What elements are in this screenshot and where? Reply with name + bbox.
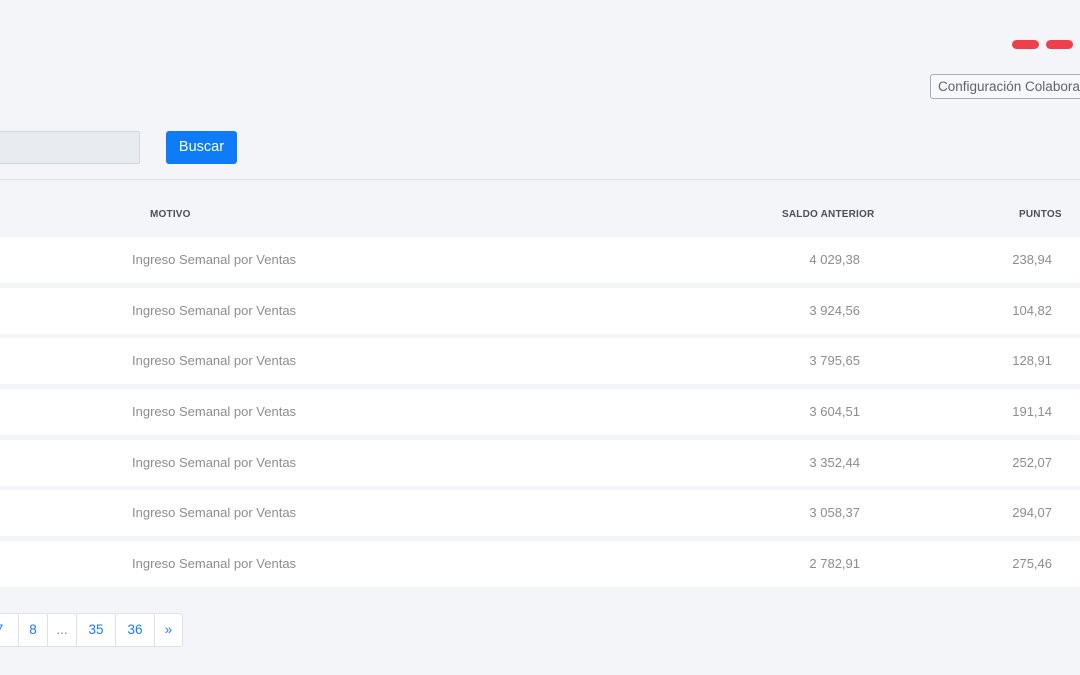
cell-puntos: 238,94	[1012, 252, 1052, 267]
column-header-saldo-anterior: SALDO ANTERIOR	[782, 209, 875, 220]
search-button[interactable]: Buscar	[166, 131, 237, 164]
cell-puntos: 128,91	[1012, 353, 1052, 369]
divider	[0, 179, 1080, 180]
cell-motivo: Ingreso Semanal por Ventas	[132, 252, 297, 267]
table-row: Ingreso Semanal por Ventas 3 795,65 128,…	[0, 338, 1080, 385]
cell-motivo: Ingreso Semanal por Ventas	[132, 505, 297, 521]
cell-saldo-anterior: 3 604,51	[809, 403, 860, 419]
cell-puntos: 294,07	[1012, 505, 1052, 521]
table-body: Ingreso Semanal por Ventas 4 029,38 238,…	[0, 237, 1080, 592]
column-header-puntos: PUNTOS	[1019, 209, 1062, 220]
logo-dash	[1046, 40, 1073, 49]
table-row: Ingreso Semanal por Ventas 3 924,56 104,…	[0, 287, 1080, 334]
cell-puntos: 191,14	[1012, 403, 1052, 419]
logo-dash	[1012, 40, 1039, 49]
column-header-motivo: MOTIVO	[150, 209, 191, 220]
next-page-button[interactable]: »	[154, 614, 182, 646]
cell-saldo-anterior: 2 782,91	[809, 555, 860, 571]
cell-saldo-anterior: 3 924,56	[809, 302, 860, 318]
page-link-7[interactable]: 7	[0, 614, 18, 646]
cell-saldo-anterior: 4 029,38	[809, 252, 860, 267]
cell-saldo-anterior: 3 795,65	[809, 353, 860, 369]
search-input[interactable]	[0, 131, 140, 164]
table-row: Ingreso Semanal por Ventas 3 058,37 294,…	[0, 490, 1080, 537]
config-collaborator-button[interactable]: Configuración Colaborador	[930, 74, 1080, 99]
cell-motivo: Ingreso Semanal por Ventas	[132, 302, 297, 318]
cell-puntos: 275,46	[1012, 555, 1052, 571]
table-row: Ingreso Semanal por Ventas 3 352,44 252,…	[0, 439, 1080, 486]
cell-motivo: Ingreso Semanal por Ventas	[132, 454, 297, 470]
cell-saldo-anterior: 3 352,44	[809, 454, 860, 470]
cell-puntos: 252,07	[1012, 454, 1052, 470]
page-link-36[interactable]: 36	[115, 614, 154, 646]
table-row: Ingreso Semanal por Ventas 3 604,51 191,…	[0, 388, 1080, 435]
cell-motivo: Ingreso Semanal por Ventas	[132, 403, 297, 419]
cell-motivo: Ingreso Semanal por Ventas	[132, 353, 297, 369]
table-row: Ingreso Semanal por Ventas 2 782,91 275,…	[0, 540, 1080, 587]
page-ellipsis: ...	[47, 614, 76, 646]
cell-saldo-anterior: 3 058,37	[809, 505, 860, 521]
page-link-35[interactable]: 35	[76, 614, 115, 646]
page-link-8[interactable]: 8	[18, 614, 47, 646]
pagination: 7 8 ... 35 36 »	[0, 613, 183, 647]
brand-logo-dashes	[1012, 40, 1080, 50]
cell-motivo: Ingreso Semanal por Ventas	[132, 555, 297, 571]
cell-puntos: 104,82	[1012, 302, 1052, 318]
table-row: Ingreso Semanal por Ventas 4 029,38 238,…	[0, 237, 1080, 283]
